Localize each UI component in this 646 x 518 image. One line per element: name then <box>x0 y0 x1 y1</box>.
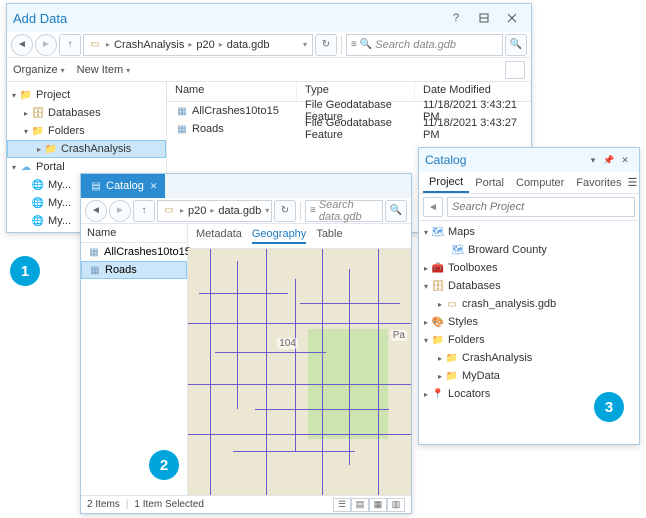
project-icon: 📁 <box>19 88 33 102</box>
gdb-icon: ▭ <box>162 204 176 218</box>
gdb-icon: ▭ <box>445 297 459 311</box>
col-name[interactable]: Name <box>81 224 187 243</box>
breadcrumb-seg[interactable]: p20 <box>193 39 217 51</box>
nav-back-button[interactable]: ◄ <box>11 34 33 56</box>
breadcrumb-seg[interactable]: CrashAnalysis <box>111 39 187 51</box>
folders-icon: 📁 <box>31 124 45 138</box>
tab-portal[interactable]: Portal <box>469 174 510 192</box>
tab-project[interactable]: Project <box>423 173 469 193</box>
tree-project[interactable]: ▾📁Project <box>7 86 166 104</box>
nav-back-button[interactable]: ◄ <box>85 200 107 222</box>
tree-databases[interactable]: ▾🗄Databases <box>419 277 639 295</box>
tab-favorites[interactable]: Favorites <box>570 174 627 192</box>
globe-icon: 🌐 <box>31 196 45 210</box>
help-button[interactable]: ? <box>443 7 469 29</box>
close-tab-button[interactable]: ✕ <box>150 181 158 192</box>
styles-icon: 🎨 <box>431 315 445 329</box>
hamburger-menu[interactable]: ☰ <box>628 176 638 189</box>
pane-options-button[interactable]: ▾ <box>585 155 601 166</box>
window-title: Add Data <box>13 11 67 26</box>
tree-broward[interactable]: 🗺Broward County <box>419 241 639 259</box>
tab-computer[interactable]: Computer <box>510 174 570 192</box>
project-tree[interactable]: ▾🗺Maps 🗺Broward County ▸🧰Toolboxes ▾🗄Dat… <box>419 221 639 405</box>
databases-icon: 🗄 <box>31 106 45 120</box>
tree-crashanalysis[interactable]: ▸📁CrashAnalysis <box>7 140 166 158</box>
view-details-button[interactable]: ▤ <box>351 498 369 512</box>
search-input[interactable]: ≡ 🔍 Search data.gdb <box>346 34 503 56</box>
nav-forward-button[interactable]: ► <box>35 34 57 56</box>
item-allcrashes[interactable]: ▦AllCrashes10to15 <box>81 243 187 261</box>
search-go-button[interactable]: 🔍 <box>385 200 407 222</box>
tree-folders[interactable]: ▾📁Folders <box>7 122 166 140</box>
toolbox-icon: 🧰 <box>431 261 445 275</box>
nav-forward-button[interactable]: ► <box>109 200 131 222</box>
locators-icon: 📍 <box>431 387 445 401</box>
status-selected: 1 Item Selected <box>134 499 203 510</box>
cloud-icon: ☁ <box>19 160 33 174</box>
view-columns-button[interactable]: ▥ <box>387 498 405 512</box>
folder-icon: 📁 <box>445 351 459 365</box>
breadcrumb[interactable]: ▭▸ p20▸ data.gdb ▾ <box>157 200 272 222</box>
catalog-icon: ▤ <box>89 179 103 193</box>
badge-3: 3 <box>594 392 624 422</box>
badge-2: 2 <box>149 450 179 480</box>
map-icon: 🗺 <box>451 243 465 257</box>
tree-crashgdb[interactable]: ▸▭crash_analysis.gdb <box>419 295 639 313</box>
view-tiles-button[interactable]: ▦ <box>369 498 387 512</box>
featureclass-icon: ▦ <box>175 122 189 136</box>
tree-mydata[interactable]: ▸📁MyData <box>419 367 639 385</box>
search-back-button[interactable]: ◄ <box>423 197 443 217</box>
view-toggle-button[interactable] <box>505 61 525 79</box>
folder-icon: 📁 <box>445 369 459 383</box>
databases-icon: 🗄 <box>431 279 445 293</box>
pane-pin-button[interactable]: 📌 <box>601 155 617 166</box>
refresh-button[interactable]: ↻ <box>315 34 337 56</box>
tree-styles[interactable]: ▸🎨Styles <box>419 313 639 331</box>
nav-up-button[interactable]: ↑ <box>59 34 81 56</box>
tab-table[interactable]: Table <box>316 228 342 244</box>
tree-toolboxes[interactable]: ▸🧰Toolboxes <box>419 259 639 277</box>
filter-icon: ≡ <box>351 39 357 50</box>
nav-up-button[interactable]: ↑ <box>133 200 155 222</box>
featureclass-icon: ▦ <box>87 245 101 259</box>
view-list-button[interactable]: ☰ <box>333 498 351 512</box>
gdb-icon: ▭ <box>88 38 102 52</box>
globe-icon: 🌐 <box>31 178 45 192</box>
filter-icon: ≡ <box>310 205 316 216</box>
pane-title: Catalog <box>425 153 466 167</box>
new-item-menu[interactable]: New Item▾ <box>77 64 130 76</box>
refresh-button[interactable]: ↻ <box>274 200 296 222</box>
tab-metadata[interactable]: Metadata <box>196 228 242 244</box>
map-label-104: 104 <box>277 338 298 349</box>
status-count: 2 Items <box>87 499 120 510</box>
tree-databases[interactable]: ▸🗄Databases <box>7 104 166 122</box>
tree-crashanalysis[interactable]: ▸📁CrashAnalysis <box>419 349 639 367</box>
tree-maps[interactable]: ▾🗺Maps <box>419 223 639 241</box>
col-name[interactable]: Name <box>167 82 297 101</box>
pane-close-button[interactable]: ✕ <box>617 155 633 166</box>
folder-icon: 📁 <box>44 142 58 156</box>
map-preview[interactable]: 104 Pa <box>188 249 411 495</box>
close-button[interactable] <box>499 7 525 29</box>
badge-1: 1 <box>10 256 40 286</box>
search-input[interactable]: ≡ Search data.gdb <box>305 200 383 222</box>
organize-menu[interactable]: Organize▾ <box>13 64 65 76</box>
list-row[interactable]: ▦Roads File Geodatabase Feature 11/18/20… <box>167 120 531 138</box>
minimize-button[interactable] <box>471 7 497 29</box>
featureclass-icon: ▦ <box>88 263 102 277</box>
tab-geography[interactable]: Geography <box>252 228 306 244</box>
maps-icon: 🗺 <box>431 225 445 239</box>
breadcrumb-seg[interactable]: data.gdb <box>224 39 273 51</box>
item-roads[interactable]: ▦Roads <box>81 261 187 279</box>
search-input[interactable] <box>447 197 635 217</box>
map-label-pa: Pa <box>391 330 407 341</box>
breadcrumb[interactable]: ▭ ▸ CrashAnalysis▸ p20▸ data.gdb ▾ <box>83 34 313 56</box>
globe-icon: 🌐 <box>31 214 45 228</box>
catalog-tab[interactable]: ▤ Catalog ✕ <box>81 174 165 198</box>
search-icon: 🔍 <box>360 39 372 50</box>
tree-folders[interactable]: ▾📁Folders <box>419 331 639 349</box>
search-go-button[interactable]: 🔍 <box>505 34 527 56</box>
folders-icon: 📁 <box>431 333 445 347</box>
featureclass-icon: ▦ <box>175 104 189 118</box>
